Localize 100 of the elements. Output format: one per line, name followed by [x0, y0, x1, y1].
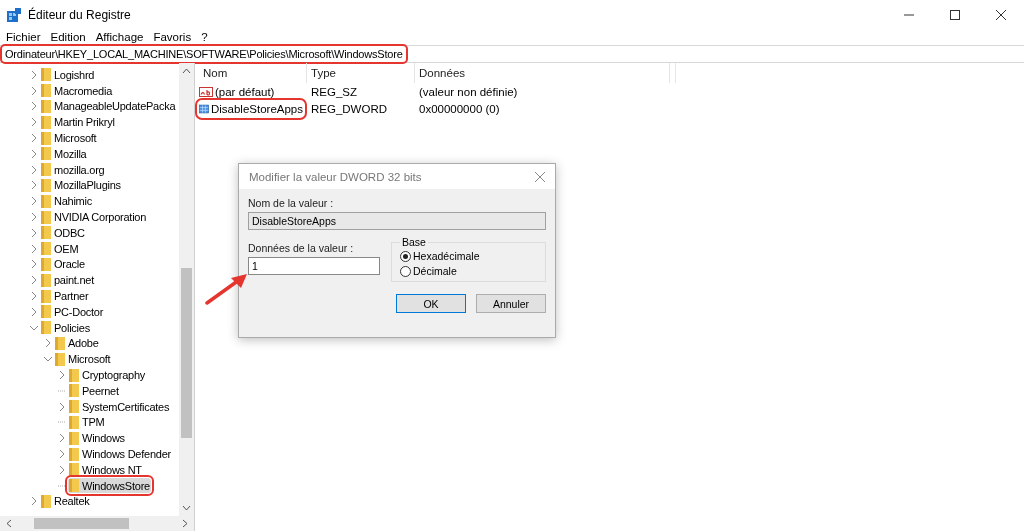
chevron-right-icon[interactable]	[30, 164, 38, 175]
value-name-field[interactable]: DisableStoreApps	[248, 212, 546, 230]
value-name[interactable]: DisableStoreApps	[199, 101, 303, 116]
chevron-right-icon[interactable]	[30, 212, 38, 223]
menu-item[interactable]: Fichier	[6, 31, 41, 43]
chevron-right-icon[interactable]	[30, 291, 38, 302]
chevron-right-icon[interactable]	[30, 306, 38, 317]
maximize-icon[interactable]	[950, 10, 960, 20]
folder-icon	[41, 68, 51, 82]
folder-icon	[41, 257, 51, 271]
tree-item[interactable]: Oracle	[40, 256, 86, 272]
radio-button[interactable]	[400, 250, 411, 262]
folder-icon	[55, 352, 65, 366]
tree-item[interactable]: PC-Doctor	[40, 304, 105, 320]
radio-option[interactable]: Décimale	[400, 265, 537, 277]
menu-item[interactable]: ?	[201, 31, 208, 43]
folder-icon	[41, 242, 51, 256]
ok-button[interactable]: OK	[396, 294, 466, 313]
folder-icon	[41, 305, 51, 319]
tree-item[interactable]: Windows	[68, 430, 126, 446]
value-data-field[interactable]: 1	[248, 257, 380, 275]
field-label: Nom de la valeur :	[248, 197, 335, 209]
scroll-left-icon[interactable]	[6, 519, 12, 528]
chevron-right-icon[interactable]	[30, 85, 38, 96]
tree-item[interactable]: Mozilla	[40, 146, 88, 162]
tree-item[interactable]: Adobe	[54, 335, 100, 351]
tree-item[interactable]: NVIDIA Corporation	[40, 209, 148, 225]
close-icon[interactable]	[996, 10, 1006, 20]
chevron-right-icon[interactable]	[58, 401, 66, 412]
folder-icon	[69, 431, 79, 445]
chevron-right-icon[interactable]	[30, 69, 38, 80]
menu-item[interactable]: Affichage	[95, 31, 144, 43]
chevron-right-icon[interactable]	[58, 449, 66, 459]
tree-item[interactable]: OEM	[40, 241, 80, 257]
window-title: Éditeur du Registre	[28, 8, 131, 22]
chevron-right-icon[interactable]	[30, 275, 38, 286]
folder-icon	[41, 494, 51, 508]
menu-item[interactable]: Favoris	[153, 31, 192, 43]
chevron-right-icon[interactable]	[58, 370, 66, 381]
tree-item[interactable]: Cryptography	[68, 367, 147, 383]
folder-icon	[41, 163, 51, 177]
tree-item[interactable]: Policies	[40, 320, 91, 336]
column-header[interactable]: Données	[415, 63, 670, 83]
radio-option[interactable]: Hexadécimale	[400, 250, 537, 262]
folder-icon	[55, 336, 65, 350]
tree-item[interactable]: SystemCertificates	[68, 399, 171, 415]
chevron-right-icon[interactable]	[30, 148, 38, 159]
tree-item[interactable]: Peernet	[68, 383, 120, 399]
cancel-button[interactable]: Annuler	[476, 294, 546, 313]
field-label: Données de la valeur :	[248, 242, 355, 254]
chevron-right-icon[interactable]	[58, 433, 66, 444]
vertical-scrollbar[interactable]	[179, 63, 194, 516]
menu-item[interactable]: Edition	[50, 31, 86, 43]
chevron-right-icon[interactable]	[30, 117, 38, 128]
tree-item[interactable]: Logishrd	[40, 67, 96, 83]
address-bar[interactable]: Ordinateur\HKEY_LOCAL_MACHINE\SOFTWARE\Policies\Microsoft\WindowsStore	[2, 46, 406, 62]
chevron-right-icon[interactable]	[30, 243, 38, 254]
tree-item[interactable]: Windows Defender	[68, 446, 172, 462]
column-header[interactable]: Type	[307, 63, 415, 83]
folder-icon	[69, 400, 79, 414]
tree-item[interactable]: paint.net	[40, 272, 95, 288]
dialog-title: Modifier la valeur DWORD 32 bits	[249, 170, 422, 183]
folder-icon	[69, 415, 79, 429]
tree-item[interactable]: MozillaPlugins	[40, 177, 122, 193]
chevron-right-icon[interactable]	[30, 259, 38, 270]
tree-item[interactable]: Martin Prikryl	[40, 114, 116, 130]
folder-icon	[41, 210, 51, 224]
tree-item[interactable]: WindowsStore	[68, 478, 151, 494]
radio-button[interactable]	[400, 265, 411, 277]
scroll-thumb[interactable]	[34, 518, 129, 529]
chevron-right-icon[interactable]	[30, 133, 38, 144]
tree-item[interactable]: Partner	[40, 288, 90, 304]
chevron-right-icon[interactable]	[30, 227, 38, 238]
tree-item[interactable]: Windows NT	[68, 462, 143, 478]
chevron-right-icon[interactable]	[58, 464, 66, 475]
scroll-thumb[interactable]	[181, 268, 192, 438]
folder-icon	[69, 447, 79, 461]
tree-item[interactable]: Realtek	[40, 493, 91, 509]
chevron-right-icon[interactable]	[44, 338, 52, 349]
tree-item[interactable]: Microsoft	[40, 130, 98, 146]
folder-icon	[69, 463, 79, 477]
tree-item[interactable]: Microsoft	[54, 351, 112, 367]
column-header[interactable]: Nom	[199, 63, 307, 83]
tree-item[interactable]: ODBC	[40, 225, 86, 241]
tree-item[interactable]: Nahimic	[40, 193, 93, 209]
chevron-right-icon[interactable]	[30, 180, 38, 191]
chevron-right-icon[interactable]	[30, 496, 38, 507]
scroll-up-icon[interactable]	[182, 68, 191, 74]
scroll-down-icon[interactable]	[182, 505, 191, 511]
chevron-right-icon[interactable]	[30, 101, 38, 112]
tree-item[interactable]: ManageableUpdatePacka	[40, 99, 177, 114]
tree-item[interactable]: mozilla.org	[40, 162, 106, 178]
folder-icon	[41, 147, 51, 161]
scroll-right-icon[interactable]	[182, 519, 188, 528]
horizontal-scrollbar[interactable]	[0, 516, 194, 531]
tree-item[interactable]: TPM	[68, 414, 106, 430]
registry-icon	[6, 7, 22, 23]
chevron-right-icon[interactable]	[30, 196, 38, 207]
tree-item[interactable]: Macromedia	[40, 83, 114, 99]
value-name[interactable]: (par défaut)	[199, 84, 303, 99]
